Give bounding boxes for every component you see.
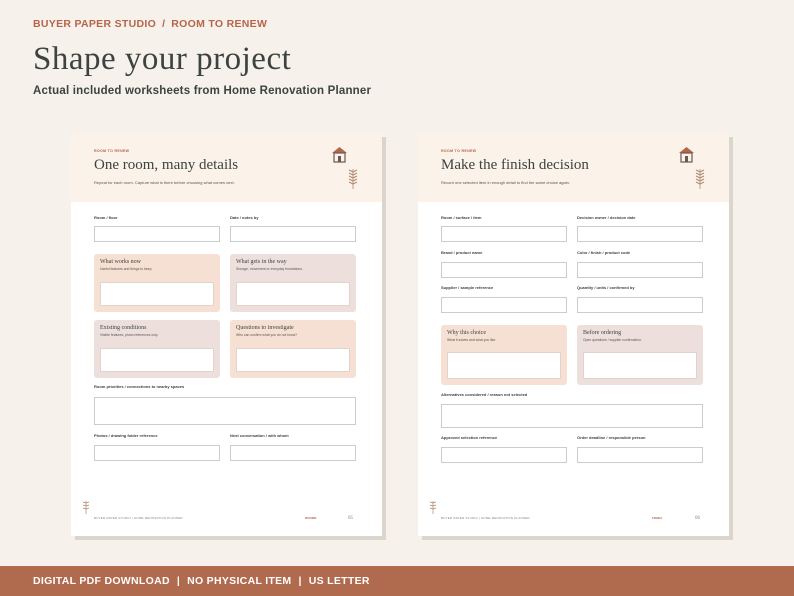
page-title: Shape your project: [33, 41, 292, 77]
card-subtitle: Who can confirm what you do not know?: [236, 333, 298, 337]
breadcrumb: BUYER PAPER STUDIO / ROOM TO RENEW: [33, 18, 773, 30]
footer-brand: BUYER PAPER STUDIO | HOME RENOVATION PLA…: [94, 516, 183, 520]
worksheet-finish-decision: ROOM TO RENEW Make the finish decision R…: [418, 133, 729, 536]
decision-owner-label: Decision owner / decision date: [577, 215, 636, 220]
info-paper-size: US LETTER: [308, 575, 370, 587]
card-write-area[interactable]: [236, 282, 350, 306]
info-delivery: NO PHYSICAL ITEM: [187, 575, 292, 587]
card-write-area[interactable]: [100, 348, 214, 372]
breadcrumb-brand: BUYER PAPER STUDIO: [33, 18, 157, 30]
color-label: Color / finish / product code: [577, 250, 631, 255]
order-deadline-field[interactable]: [577, 447, 703, 463]
priorities-label: Room priorities / connections to nearby …: [94, 384, 185, 389]
card-write-area[interactable]: [100, 282, 214, 306]
card-subtitle: Visible features; photo references only.: [100, 333, 159, 337]
card-existing-conditions: Existing conditions Visible features; ph…: [94, 320, 220, 378]
sheet-header: ROOM TO RENEW One room, many details Rep…: [71, 133, 382, 202]
next-conversation-label: Next conversation / with whom: [230, 433, 289, 438]
supplier-field[interactable]: [441, 297, 567, 313]
info-separator: |: [298, 575, 302, 587]
next-conversation-field[interactable]: [230, 445, 356, 461]
color-field[interactable]: [577, 262, 703, 278]
card-why-this-choice: Why this choice What it solves and what …: [441, 325, 567, 385]
leaf-icon: [429, 501, 437, 514]
card-title: Existing conditions: [100, 325, 147, 331]
page-header: BUYER PAPER STUDIO / ROOM TO RENEW Shape…: [33, 18, 773, 97]
card-subtitle: What it solves and what you like.: [447, 338, 497, 342]
photos-label: Photos / drawing folder reference: [94, 433, 158, 438]
card-title: Why this choice: [447, 330, 486, 336]
wheat-sprig-icon: [695, 169, 705, 189]
leaf-icon: [82, 501, 90, 514]
approved-label: Approved selection reference: [441, 435, 498, 440]
alternatives-label: Alternatives considered / reason not sel…: [441, 392, 528, 397]
card-title: What works now: [100, 259, 141, 265]
photos-field[interactable]: [94, 445, 220, 461]
worksheet-room-details: ROOM TO RENEW One room, many details Rep…: [71, 133, 382, 536]
wheat-sprig-icon: [348, 169, 358, 189]
footer-page-number: 05: [348, 516, 353, 521]
card-subtitle: Useful features and things to keep.: [100, 267, 153, 271]
info-separator: |: [176, 575, 181, 587]
room-surface-label: Room / surface / item: [441, 215, 482, 220]
card-what-gets-in-the-way: What gets in the way Storage, movement o…: [230, 254, 356, 312]
page-subtitle: Actual included worksheets from Home Ren…: [33, 84, 372, 97]
breadcrumb-separator: /: [162, 18, 166, 30]
brand-label: Brand / product name: [441, 250, 483, 255]
footer-section: ROOMS: [305, 516, 317, 520]
card-what-works-now: What works now Useful features and thing…: [94, 254, 220, 312]
house-icon: [679, 147, 694, 163]
supplier-label: Supplier / sample reference: [441, 285, 494, 290]
card-before-ordering: Before ordering Open questions / supplie…: [577, 325, 703, 385]
room-floor-field[interactable]: [94, 226, 220, 242]
approved-field[interactable]: [441, 447, 567, 463]
card-write-area[interactable]: [583, 352, 697, 379]
card-subtitle: Open questions / supplier confirmation.: [583, 338, 642, 342]
sheet-header: ROOM TO RENEW Make the finish decision R…: [418, 133, 729, 202]
card-subtitle: Storage, movement or everyday frustratio…: [236, 267, 303, 271]
alternatives-field[interactable]: [441, 404, 703, 428]
footer-brand: BUYER PAPER STUDIO | HOME RENOVATION PLA…: [441, 516, 530, 520]
sheet-description: Repeat for each room. Capture what is th…: [94, 180, 235, 185]
info-format: DIGITAL PDF DOWNLOAD: [33, 575, 170, 587]
footer-page-number: 06: [695, 516, 700, 521]
house-icon: [332, 147, 347, 163]
priorities-field[interactable]: [94, 397, 356, 425]
card-title: What gets in the way: [236, 259, 287, 265]
card-title: Before ordering: [583, 330, 622, 336]
footer-section: FINISH: [652, 516, 662, 520]
order-deadline-label: Order deadline / responsible person: [577, 435, 646, 440]
date-notes-label: Date / notes by: [230, 215, 259, 220]
card-write-area[interactable]: [236, 348, 350, 372]
brand-field[interactable]: [441, 262, 567, 278]
card-title: Questions to investigate: [236, 325, 294, 331]
quantity-label: Quantity / units / confirmed by: [577, 285, 635, 290]
breadcrumb-collection: ROOM TO RENEW: [171, 18, 268, 30]
card-questions-to-investigate: Questions to investigate Who can confirm…: [230, 320, 356, 378]
sheet-description: Record one selected item in enough detai…: [441, 180, 570, 185]
room-floor-label: Room / floor: [94, 215, 118, 220]
product-info-bar: DIGITAL PDF DOWNLOAD | NO PHYSICAL ITEM …: [0, 566, 794, 596]
card-write-area[interactable]: [447, 352, 561, 379]
date-notes-field[interactable]: [230, 226, 356, 242]
quantity-field[interactable]: [577, 297, 703, 313]
decision-owner-field[interactable]: [577, 226, 703, 242]
room-surface-field[interactable]: [441, 226, 567, 242]
